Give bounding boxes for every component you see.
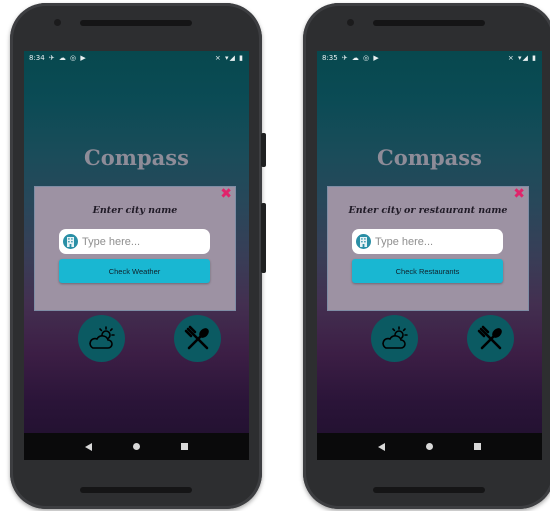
bottom-speaker [373, 487, 485, 493]
fork-spoon-icon [477, 325, 502, 349]
dialog-title: Enter city name [92, 205, 178, 216]
earpiece-speaker [373, 20, 485, 26]
close-icon[interactable]: ✖ [220, 187, 232, 201]
search-input-wrapper[interactable] [352, 229, 503, 254]
phone-right: 8:35 ✈ ☁ ◎ ▶ ⨯ ▾◢ ▮ Compass ✖ Enter city… [303, 3, 550, 509]
weather-button[interactable] [371, 315, 418, 362]
status-bar: 8:35 ✈ ☁ ◎ ▶ ⨯ ▾◢ ▮ [317, 51, 542, 65]
status-system-icons: ⨯ ▾◢ ▮ [507, 54, 537, 62]
city-dialog: ✖ Enter city name Check Weather [35, 187, 235, 310]
home-icon[interactable] [132, 443, 140, 450]
front-camera [347, 19, 354, 26]
back-icon[interactable] [377, 442, 385, 451]
volume-button [261, 203, 266, 273]
city-input-wrapper[interactable] [59, 229, 210, 254]
dialog-title: Enter city or restaurant name [348, 205, 508, 216]
restaurant-button[interactable] [467, 315, 514, 362]
status-system-icons: ⨯ ▾◢ ▮ [214, 54, 244, 62]
check-weather-button[interactable]: Check Weather [59, 259, 210, 283]
status-time: 8:34 [29, 54, 45, 62]
navigation-bar [317, 433, 542, 460]
fork-spoon-icon [184, 325, 209, 349]
weather-button[interactable] [78, 315, 125, 362]
cloud-sun-icon [381, 325, 408, 349]
screen: 8:35 ✈ ☁ ◎ ▶ ⨯ ▾◢ ▮ Compass ✖ Enter city… [317, 51, 542, 460]
restaurant-dialog: ✖ Enter city or restaurant name Check Re… [328, 187, 528, 310]
earpiece-speaker [80, 20, 192, 26]
status-notification-icons: ✈ ☁ ◎ ▶ [48, 54, 87, 62]
check-restaurants-button[interactable]: Check Restaurants [352, 259, 503, 283]
recent-apps-icon[interactable] [474, 443, 482, 450]
status-notification-icons: ✈ ☁ ◎ ▶ [341, 54, 380, 62]
phone-left: 8:34 ✈ ☁ ◎ ▶ ⨯ ▾◢ ▮ Compass ✖ Enter city… [10, 3, 266, 509]
building-icon [356, 234, 371, 249]
bottom-speaker [80, 487, 192, 493]
back-icon[interactable] [84, 442, 92, 451]
status-time: 8:35 [322, 54, 338, 62]
status-bar: 8:34 ✈ ☁ ◎ ▶ ⨯ ▾◢ ▮ [24, 51, 249, 65]
recent-apps-icon[interactable] [181, 443, 189, 450]
power-button [261, 133, 266, 167]
front-camera [54, 19, 61, 26]
app-title: Compass [377, 145, 482, 170]
navigation-bar [24, 433, 249, 460]
restaurant-button[interactable] [174, 315, 221, 362]
close-icon[interactable]: ✖ [513, 187, 525, 201]
city-input[interactable] [82, 235, 202, 248]
home-icon[interactable] [425, 443, 433, 450]
screen: 8:34 ✈ ☁ ◎ ▶ ⨯ ▾◢ ▮ Compass ✖ Enter city… [24, 51, 249, 460]
search-input[interactable] [375, 235, 495, 248]
app-title: Compass [84, 145, 189, 170]
cloud-sun-icon [88, 325, 115, 349]
building-icon [63, 234, 78, 249]
